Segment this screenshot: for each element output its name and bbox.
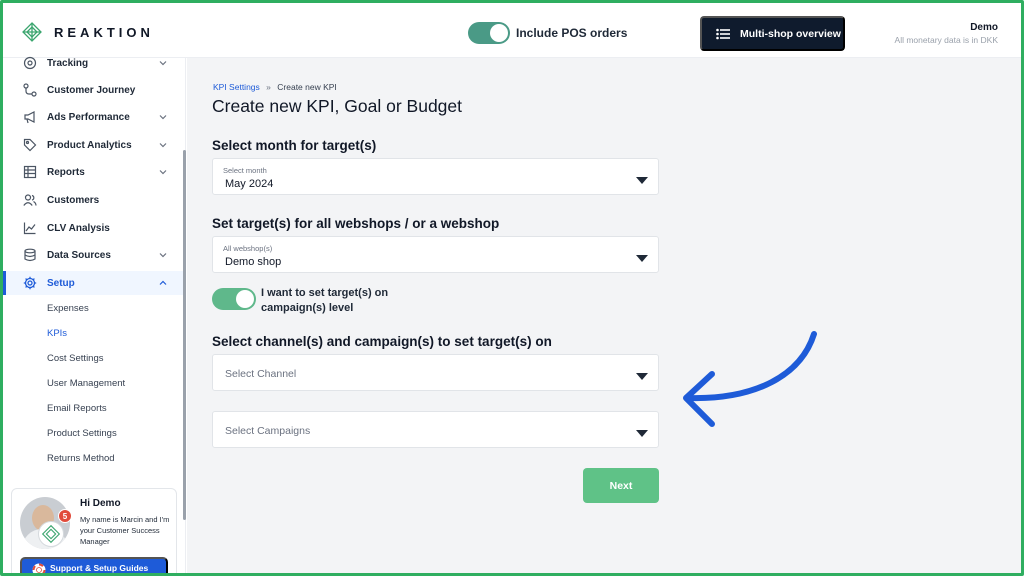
webshop-select[interactable]: All webshop(s) Demo shop [212,236,659,273]
shop-section-title: Set target(s) for all webshops / or a we… [212,216,500,231]
chart-line-icon [23,222,36,235]
sidebar-scrollbar[interactable] [183,150,186,520]
main-content: KPI Settings » Create new KPI Create new… [187,58,1024,576]
breadcrumb-separator: » [266,82,271,92]
channel-select-placeholder: Select Channel [225,368,297,380]
reaktion-badge-icon [38,521,64,547]
webshop-select-value: Demo shop [225,256,282,268]
campaigns-select[interactable]: Select Campaigns [212,411,659,448]
campaign-level-toggle[interactable] [212,288,256,310]
breadcrumb-current: Create new KPI [277,82,337,92]
sidebar-item-tracking[interactable]: Tracking [0,51,183,75]
journey-icon [23,83,37,97]
sidebar-item-label: Data Sources [47,249,111,261]
support-intro: My name is Marcin and I'm your Customer … [80,515,170,546]
sidebar-subitem-kpis[interactable]: KPIs [47,328,67,339]
pos-orders-label: Include POS orders [516,26,628,40]
pos-orders-toggle[interactable]: Include POS orders [468,22,627,44]
brand-logo[interactable]: REAKTION [22,22,154,42]
sidebar-subitem-user-management[interactable]: User Management [47,378,125,389]
sidebar-item-ads-performance[interactable]: Ads Performance [0,105,183,129]
chevron-up-icon [159,280,167,285]
reaktion-logo-icon [22,22,42,42]
annotation-arrow-icon [683,331,817,427]
megaphone-icon [24,111,35,124]
sidebar-item-label: Setup [47,277,75,289]
channel-select[interactable]: Select Channel [212,354,659,391]
month-select-label: Select month [223,166,267,175]
sidebar-item-customer-journey[interactable]: Customer Journey [0,78,183,102]
support-button-label: Support & Setup Guides [50,563,149,573]
chevron-down-icon [159,61,167,66]
notification-badge: 5 [58,509,72,523]
channel-section-title: Select channel(s) and campaign(s) to set… [212,334,552,349]
campaigns-select-placeholder: Select Campaigns [225,425,311,437]
chevron-down-icon [159,143,167,148]
users-icon [23,194,37,206]
brand-name: REAKTION [54,24,154,40]
support-guides-button[interactable]: Support & Setup Guides [20,557,168,576]
caret-down-icon [636,177,648,184]
sidebar-item-label: Customer Journey [47,84,136,96]
chevron-down-icon [159,170,167,175]
sidebar-item-label: Ads Performance [47,111,130,123]
table-icon [23,165,37,179]
caret-down-icon [636,430,648,437]
sidebar-item-label: CLV Analysis [47,222,110,234]
page-title: Create new KPI, Goal or Budget [212,96,462,116]
sidebar-item-label: Customers [47,194,100,206]
sidebar-subitem-product-settings[interactable]: Product Settings [47,428,117,439]
sidebar-item-label: Product Analytics [47,139,132,151]
sidebar-item-label: Tracking [47,57,89,69]
month-select[interactable]: Select month May 2024 [212,158,659,195]
user-info[interactable]: Demo All monetary data is in DKK [895,22,998,45]
support-greeting: Hi Demo [80,498,121,509]
next-button[interactable]: Next [583,468,659,503]
user-name: Demo [970,22,998,33]
breadcrumb: KPI Settings » Create new KPI [213,82,337,92]
sidebar-item-reports[interactable]: Reports [0,160,183,184]
multishop-label: Multi-shop overview [740,27,841,40]
chevron-down-icon [159,253,167,258]
sidebar-subitem-email-reports[interactable]: Email Reports [47,403,107,414]
top-bar: REAKTION Include POS orders Multi-shop o… [0,0,1024,58]
month-section-title: Select month for target(s) [212,138,377,153]
sidebar-subitem-expenses[interactable]: Expenses [47,303,89,314]
webshop-select-label: All webshop(s) [223,244,273,253]
sidebar-subitem-cost-settings[interactable]: Cost Settings [47,353,104,364]
sidebar-item-clv-analysis[interactable]: CLV Analysis [0,216,183,240]
sidebar-item-product-analytics[interactable]: Product Analytics [0,133,183,157]
pos-switch[interactable] [468,22,510,44]
gear-icon [23,276,37,290]
sidebar-item-data-sources[interactable]: Data Sources [0,243,183,267]
multishop-overview-button[interactable]: Multi-shop overview [700,16,845,51]
lifebuoy-icon [32,563,46,576]
month-select-value: May 2024 [225,178,274,190]
sidebar-item-setup[interactable]: Setup [0,271,183,295]
database-icon [24,248,36,262]
chevron-down-icon [159,115,167,120]
support-card: 5 Hi Demo My name is Marcin and I'm your… [11,488,177,576]
caret-down-icon [636,373,648,380]
breadcrumb-kpi-settings[interactable]: KPI Settings [213,82,260,92]
csm-avatar [20,497,70,549]
tag-icon [23,138,37,152]
target-icon [23,56,37,70]
campaign-level-label: I want to set target(s) on campaign(s) l… [261,287,389,314]
list-icon [716,28,730,39]
sidebar-item-label: Reports [47,166,85,178]
caret-down-icon [636,255,648,262]
sidebar-item-customers[interactable]: Customers [0,188,183,212]
currency-note: All monetary data is in DKK [894,35,998,45]
sidebar-subitem-returns-method[interactable]: Returns Method [47,453,115,464]
